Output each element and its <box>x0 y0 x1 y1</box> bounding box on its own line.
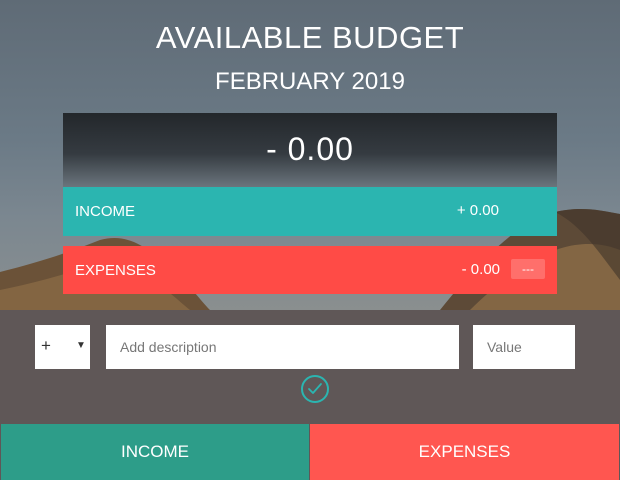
expenses-summary-label: EXPENSES <box>75 262 156 279</box>
budget-total-box: - 0.00 <box>63 113 557 187</box>
expenses-summary-value: - 0.00 <box>461 261 500 278</box>
tab-income[interactable]: INCOME <box>1 424 309 480</box>
expenses-percentage-badge: --- <box>511 259 545 279</box>
type-select-value: + <box>41 336 51 355</box>
description-input[interactable] <box>106 325 459 369</box>
income-summary-value: + 0.00 <box>456 202 499 219</box>
caret-down-icon: ▼ <box>76 340 86 351</box>
value-input[interactable] <box>473 325 575 369</box>
budget-total-value: - 0.00 <box>266 131 354 167</box>
check-circle-icon <box>308 383 322 394</box>
add-item-form: + ▼ <box>0 310 620 424</box>
tab-expenses[interactable]: EXPENSES <box>310 424 619 480</box>
income-summary: INCOME + 0.00 <box>63 187 557 236</box>
budget-month: FEBRUARY 2019 <box>215 68 405 95</box>
page-title: AVAILABLE BUDGET <box>155 20 465 55</box>
add-item-button[interactable] <box>301 375 329 403</box>
hero-background: AVAILABLE BUDGET FEBRUARY 2019 - 0.00 IN… <box>0 0 620 310</box>
type-select[interactable]: + ▼ <box>35 325 90 369</box>
expenses-summary: EXPENSES - 0.00 --- <box>63 246 557 294</box>
income-summary-label: INCOME <box>75 203 135 220</box>
